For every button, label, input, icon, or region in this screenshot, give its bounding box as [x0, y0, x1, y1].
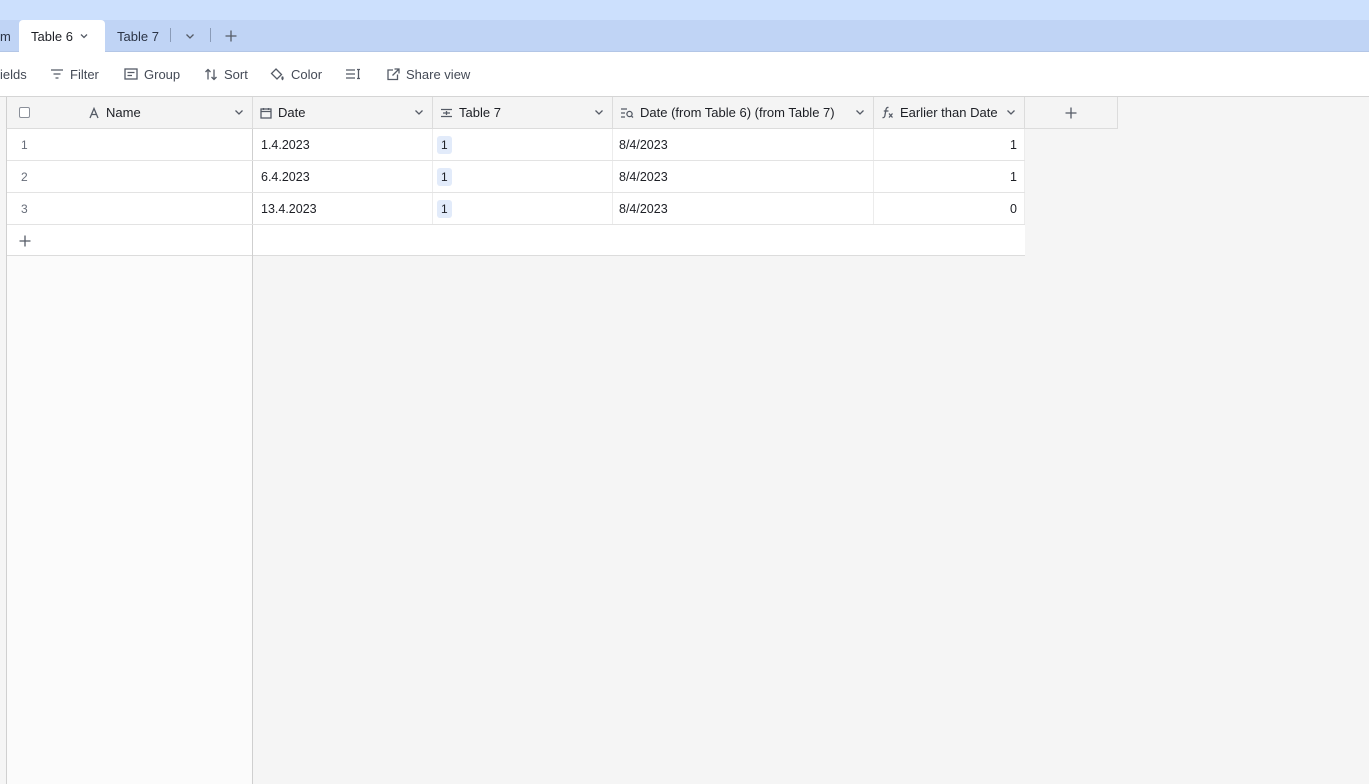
chevron-down-icon[interactable] [233, 106, 245, 118]
filter-icon [50, 68, 70, 80]
chevron-down-icon[interactable] [854, 106, 866, 118]
tab-divider [210, 28, 211, 42]
chevron-down-icon[interactable] [1005, 106, 1017, 118]
formula-cell[interactable]: 1 [874, 129, 1025, 160]
linked-record-chip[interactable]: 1 [437, 167, 452, 186]
name-cell[interactable]: 3 [7, 193, 253, 224]
column-header-lookup[interactable]: Date (from Table 6) (from Table 7) [613, 97, 874, 129]
linked-record-chip[interactable]: 1 [437, 199, 452, 218]
column-name-label: Name [106, 105, 141, 120]
filter-label: Filter [70, 66, 99, 82]
tab-divider [170, 28, 171, 42]
lookup-cell[interactable]: 8/4/2023 [613, 193, 874, 224]
lookup-value: 8/4/2023 [619, 169, 668, 184]
app-top-bar [0, 0, 1369, 20]
filter-button[interactable]: Filter [50, 52, 99, 96]
date-cell[interactable]: 1.4.2023 [253, 129, 433, 160]
column-table7-label: Table 7 [459, 105, 501, 120]
column-header-table7[interactable]: Table 7 [433, 97, 613, 129]
hide-fields-button[interactable]: ields [0, 52, 27, 96]
tab-partial[interactable]: m [0, 20, 18, 52]
hide-fields-label: ields [0, 66, 27, 82]
add-record-button[interactable] [7, 225, 253, 256]
table-tab-bar: m Table 6 Table 7 [0, 20, 1369, 52]
formula-value: 1 [1010, 169, 1017, 184]
name-cell[interactable]: 2 [7, 161, 253, 192]
tab-table-6[interactable]: Table 6 [19, 20, 105, 52]
chevron-down-icon [184, 30, 196, 42]
paint-bucket-icon [270, 67, 291, 81]
table-row[interactable]: 3 13.4.2023 1 8/4/2023 0 [7, 193, 1025, 225]
tab-table-7[interactable]: Table 7 [117, 20, 159, 52]
column-header-date[interactable]: Date [253, 97, 433, 129]
column-date-label: Date [278, 105, 306, 120]
date-cell[interactable]: 6.4.2023 [253, 161, 433, 192]
table7-cell[interactable]: 1 [433, 161, 613, 192]
add-field-button[interactable] [1025, 97, 1118, 129]
lookup-icon [620, 107, 634, 119]
text-field-icon [88, 106, 100, 119]
date-value: 13.4.2023 [261, 201, 317, 216]
add-table-button[interactable] [220, 20, 242, 52]
formula-value: 0 [1010, 201, 1017, 216]
tab-table-6-label: Table 6 [31, 28, 73, 44]
sort-label: Sort [224, 66, 248, 82]
lookup-value: 8/4/2023 [619, 137, 668, 152]
sort-icon [204, 68, 224, 81]
color-label: Color [291, 66, 323, 82]
select-all-checkbox[interactable] [19, 107, 30, 118]
plus-icon [18, 234, 32, 248]
table7-cell[interactable]: 1 [433, 193, 613, 224]
formula-icon [881, 106, 894, 119]
formula-cell[interactable]: 0 [874, 193, 1025, 224]
row-number: 1 [21, 137, 28, 152]
table-row[interactable]: 1 1.4.2023 1 8/4/2023 1 [7, 129, 1025, 161]
lookup-cell[interactable]: 8/4/2023 [613, 161, 874, 192]
group-label: Group [144, 66, 181, 82]
formula-value: 1 [1010, 137, 1017, 152]
color-button[interactable]: Color [270, 52, 322, 96]
group-button[interactable]: Group [124, 52, 180, 96]
date-cell[interactable]: 13.4.2023 [253, 193, 433, 224]
lookup-cell[interactable]: 8/4/2023 [613, 129, 874, 160]
share-view-label: Share view [406, 66, 471, 82]
column-lookup-label: Date (from Table 6) (from Table 7) [640, 105, 835, 120]
row-number: 3 [21, 201, 28, 216]
column-formula-label: Earlier than Date [900, 105, 998, 120]
column-header-name[interactable]: Name [6, 97, 253, 129]
date-value: 1.4.2023 [261, 137, 310, 152]
linked-record-chip[interactable]: 1 [437, 135, 452, 154]
row-height-button[interactable] [345, 52, 367, 96]
name-cell[interactable]: 1 [7, 129, 253, 160]
lookup-value: 8/4/2023 [619, 201, 668, 216]
row-number: 2 [21, 169, 28, 184]
chevron-down-icon[interactable] [79, 29, 89, 44]
share-icon [386, 67, 406, 81]
formula-cell[interactable]: 1 [874, 161, 1025, 192]
sort-button[interactable]: Sort [204, 52, 248, 96]
chevron-down-icon[interactable] [413, 106, 425, 118]
tab-partial-label: m [0, 28, 11, 44]
table7-cell[interactable]: 1 [433, 129, 613, 160]
view-toolbar: ields Filter Group Sort Color Share view [0, 52, 1369, 97]
group-icon [124, 68, 144, 80]
date-value: 6.4.2023 [261, 169, 310, 184]
share-view-button[interactable]: Share view [386, 52, 470, 96]
tab-table-7-label: Table 7 [117, 28, 159, 44]
plus-icon [1064, 106, 1078, 120]
calendar-icon [260, 107, 272, 119]
column-header-formula[interactable]: Earlier than Date [874, 97, 1025, 129]
add-record-row[interactable] [7, 225, 1025, 256]
table-row[interactable]: 2 6.4.2023 1 8/4/2023 1 [7, 161, 1025, 193]
plus-icon [224, 29, 238, 43]
all-tables-dropdown[interactable] [180, 20, 200, 52]
chevron-down-icon[interactable] [593, 106, 605, 118]
link-records-icon [440, 107, 453, 119]
row-height-icon [345, 68, 367, 80]
